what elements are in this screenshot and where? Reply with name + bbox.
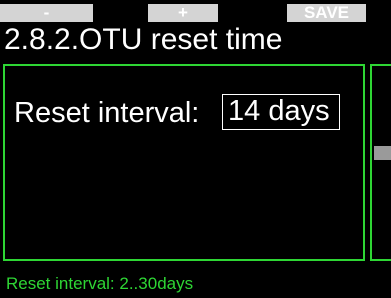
scrollbar-thumb[interactable] xyxy=(374,146,391,160)
reset-interval-label: Reset interval: xyxy=(14,97,200,129)
save-button[interactable]: SAVE xyxy=(287,4,366,22)
reset-interval-value[interactable]: 14 days xyxy=(222,94,340,130)
decrease-button[interactable]: - xyxy=(0,4,93,22)
increase-button[interactable]: + xyxy=(148,4,218,22)
hint-text: Reset interval: 2..30days xyxy=(6,274,194,293)
page-title: 2.8.2.OTU reset time xyxy=(4,23,283,56)
scrollbar[interactable] xyxy=(370,64,391,261)
